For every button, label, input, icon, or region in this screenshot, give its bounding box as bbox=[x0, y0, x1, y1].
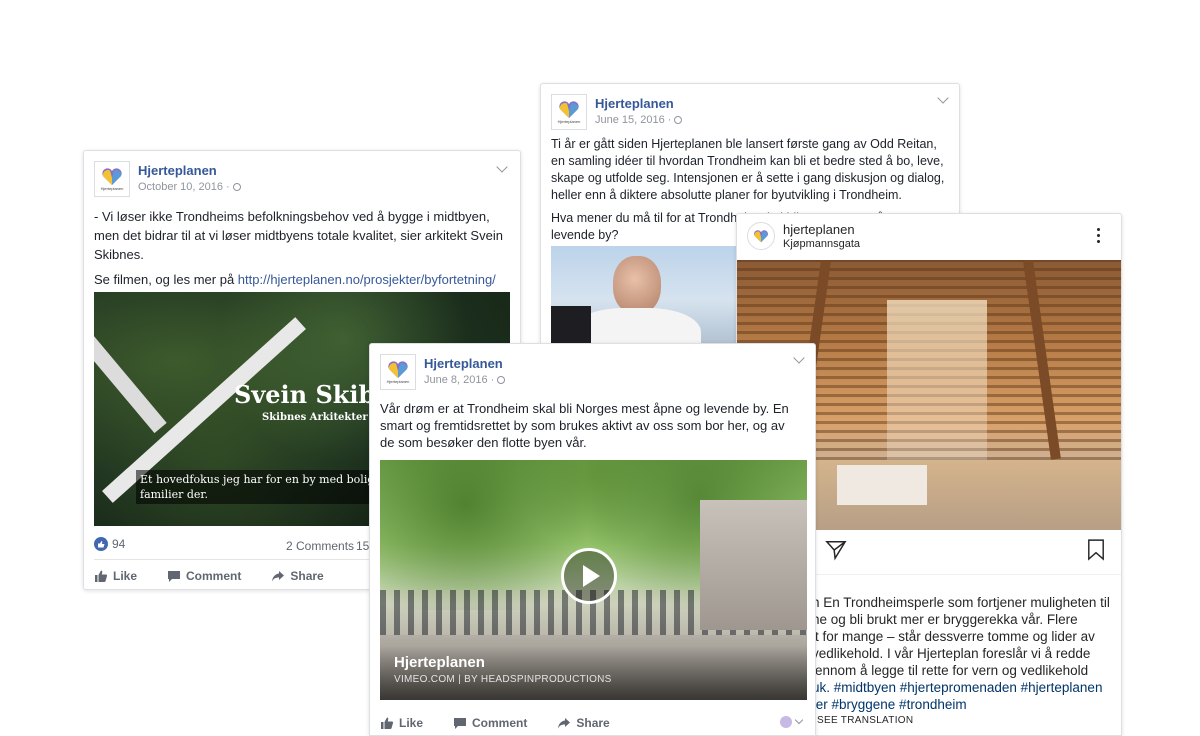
like-label: Like bbox=[113, 569, 138, 583]
post-date[interactable]: June 15, 2016 · bbox=[595, 114, 683, 126]
post-body: - Vi løser ikke Trondheims befolkningsbe… bbox=[94, 207, 510, 295]
caption-line: n En Trondheimsperle som fortjener mulig… bbox=[812, 595, 1110, 610]
comment-button[interactable]: Comment bbox=[453, 716, 527, 730]
chevron-down-icon[interactable] bbox=[793, 352, 805, 364]
page-name[interactable]: Hjerteplanen bbox=[138, 163, 217, 178]
building bbox=[700, 500, 807, 630]
like-reaction-icon bbox=[94, 537, 108, 551]
action-bar: Like Comment Share bbox=[380, 716, 640, 730]
video-source: VIMEO.COM | BY HEADSPINPRODUCTIONS bbox=[394, 674, 612, 685]
comment-icon bbox=[454, 718, 467, 729]
chevron-down-icon[interactable] bbox=[496, 161, 508, 173]
like-icon bbox=[381, 717, 394, 729]
share-button[interactable]: Share bbox=[271, 569, 324, 583]
post-paragraph: Ti år er gått siden Hjerteplanen ble lan… bbox=[551, 137, 945, 202]
share-count[interactable]: 15 bbox=[356, 539, 369, 553]
like-label: Like bbox=[399, 716, 424, 730]
post-paragraph: Se filmen, og les mer på http://hjertepl… bbox=[94, 270, 510, 289]
share-label: Share bbox=[290, 569, 324, 583]
profile-avatar[interactable] bbox=[747, 222, 775, 250]
heart-logo-icon bbox=[388, 360, 408, 378]
globe-icon bbox=[674, 116, 683, 124]
post-date-text[interactable]: October 10, 2016 · bbox=[138, 181, 230, 193]
avatar-caption: Hjerteplanen bbox=[100, 185, 124, 191]
play-icon[interactable] bbox=[561, 548, 617, 604]
page-avatar[interactable]: Hjerteplanen bbox=[551, 94, 587, 130]
ig-caption: n En Trondheimsperle som fortjener mulig… bbox=[812, 594, 1121, 713]
ig-username[interactable]: hjerteplanen bbox=[783, 222, 855, 237]
page-avatar[interactable]: Hjerteplanen bbox=[94, 161, 130, 197]
audience-selector[interactable] bbox=[780, 715, 804, 728]
reaction-summary[interactable]: 94 bbox=[94, 537, 125, 551]
post-body: Vår drøm er at Trondheim skal bli Norges… bbox=[380, 401, 789, 450]
caption-line[interactable]: ter #bryggene #trondheim bbox=[812, 696, 1121, 713]
page-name[interactable]: Hjerteplanen bbox=[595, 96, 674, 111]
more-icon[interactable] bbox=[1097, 228, 1101, 246]
caption-line: vedlikehold. I vår Hjerteplan foreslår v… bbox=[812, 646, 1091, 661]
avatar-caption: Hjerteplanen bbox=[386, 378, 410, 384]
post-date[interactable]: June 8, 2016 · bbox=[424, 374, 506, 386]
video-thumbnail[interactable]: Hjerteplanen VIMEO.COM | BY HEADSPINPROD… bbox=[380, 460, 807, 700]
post-paragraph: - Vi løser ikke Trondheims befolkningsbe… bbox=[94, 209, 503, 262]
see-translation-link[interactable]: SEE TRANSLATION bbox=[817, 715, 913, 726]
fb-post-card: Hjerteplanen Hjerteplanen June 8, 2016 ·… bbox=[369, 343, 816, 736]
caption-line: lt for mange – står dessverre tomme og l… bbox=[812, 629, 1095, 644]
video-overlay-subtitle: Skibnes Arkitekter AS bbox=[262, 412, 387, 423]
send-icon[interactable] bbox=[825, 539, 847, 561]
comment-button[interactable]: Comment bbox=[167, 569, 241, 583]
chevron-down-icon[interactable] bbox=[937, 92, 949, 104]
share-label: Share bbox=[576, 716, 610, 730]
window-light bbox=[887, 300, 987, 470]
reception-desk bbox=[837, 465, 927, 505]
caption-line[interactable]: uk. #midtbyen #hjertepromenaden #hjertep… bbox=[812, 679, 1121, 696]
comment-icon bbox=[168, 571, 181, 582]
like-icon bbox=[95, 570, 108, 582]
action-bar: Like Comment Share bbox=[94, 569, 354, 583]
video-title[interactable]: Hjerteplanen bbox=[394, 654, 485, 671]
like-button[interactable]: Like bbox=[94, 569, 137, 583]
post-text-prefix: Se filmen, og les mer på bbox=[94, 272, 238, 287]
like-count: 94 bbox=[112, 537, 126, 551]
post-date[interactable]: October 10, 2016 · bbox=[138, 181, 241, 193]
caption-line: ne og bli brukt mer er bryggerekka vår. … bbox=[812, 612, 1078, 627]
person-head bbox=[613, 256, 661, 314]
heart-logo-icon bbox=[102, 167, 122, 185]
share-button[interactable]: Share bbox=[557, 716, 610, 730]
post-date-text[interactable]: June 8, 2016 · bbox=[424, 374, 494, 386]
heart-logo-icon bbox=[559, 100, 579, 118]
chevron-down-icon bbox=[794, 715, 804, 725]
caption-line: jennom å legge til rette for vern og ved… bbox=[812, 663, 1089, 678]
page-avatar[interactable]: Hjerteplanen bbox=[380, 354, 416, 390]
globe-icon bbox=[232, 183, 241, 191]
avatar-caption: Hjerteplanen bbox=[557, 118, 581, 124]
comment-label: Comment bbox=[186, 569, 242, 583]
share-icon bbox=[558, 718, 571, 729]
bookmark-icon[interactable] bbox=[1087, 539, 1105, 561]
comment-count[interactable]: 2 Comments bbox=[286, 539, 354, 553]
like-button[interactable]: Like bbox=[380, 716, 423, 730]
share-icon bbox=[272, 571, 285, 582]
page-name[interactable]: Hjerteplanen bbox=[424, 356, 503, 371]
globe-icon bbox=[497, 376, 506, 384]
heart-logo-icon bbox=[754, 229, 768, 242]
avatar-mini-icon bbox=[780, 716, 792, 728]
comment-label: Comment bbox=[472, 716, 528, 730]
post-link[interactable]: http://hjerteplanen.no/prosjekter/byfort… bbox=[238, 272, 496, 287]
post-date-text[interactable]: June 15, 2016 · bbox=[595, 114, 671, 126]
ig-location[interactable]: Kjøpmannsgata bbox=[783, 238, 860, 250]
